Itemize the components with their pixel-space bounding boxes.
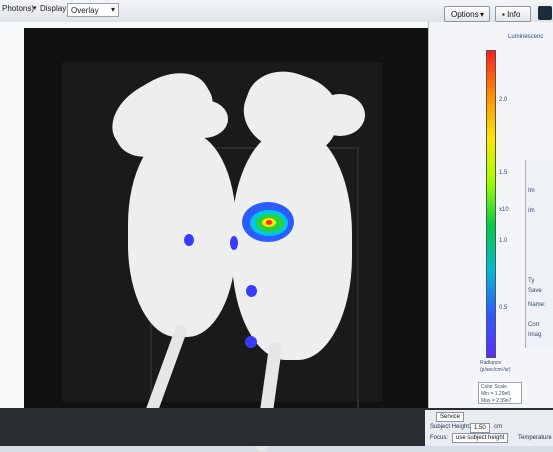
tool-item[interactable]: Name: — [528, 302, 546, 308]
options-label: Options — [451, 10, 479, 19]
display-label: Display: — [40, 4, 69, 13]
options-button[interactable]: Options ▾ — [444, 6, 490, 22]
tool-item[interactable]: Ty — [528, 278, 534, 284]
tool-item[interactable]: Save — [528, 288, 542, 294]
chevron-down-icon: ▾ — [479, 10, 484, 19]
radiance-title: Radiance — [480, 360, 502, 366]
focus-label: Focus: — [430, 435, 449, 441]
chevron-down-icon[interactable]: ▾ — [33, 4, 37, 12]
colorbar-tick: 0.5 — [499, 305, 508, 311]
signal-spot-right-lower — [246, 285, 257, 297]
signal-region-main-peak — [266, 220, 272, 225]
focus-select[interactable]: use subject height — [452, 433, 509, 443]
info-label: Info — [507, 10, 521, 19]
service-button[interactable]: Service — [436, 412, 465, 422]
display-select[interactable]: Overlay ▾ — [67, 3, 119, 17]
mouse-left-body — [128, 132, 236, 337]
image-viewer — [0, 22, 428, 452]
tool-item[interactable]: Im — [528, 188, 535, 194]
legend-title: Luminescenc — [508, 34, 544, 40]
signal-spot-right-bottom — [245, 336, 257, 348]
signal-spot-center — [230, 236, 238, 250]
color-scale-title: Color Scale — [481, 384, 507, 390]
subject-height-input[interactable]: 1.50 — [470, 423, 490, 433]
mouse-right-ear — [315, 94, 365, 136]
luminescence-colorbar — [486, 50, 496, 358]
top-toolbar: Photons) ▾ Display: Overlay ▾ Options ▾ … — [0, 0, 553, 23]
tool-item[interactable]: Imag — [528, 332, 541, 338]
tool-palette: Im Im Ty Save Name: Corr Imag — [525, 160, 553, 348]
subject-height-unit: cm — [494, 424, 502, 430]
radiance-units: (p/sec/cm²/sr) — [480, 367, 511, 373]
colorbar-tick: 1.0 — [499, 238, 508, 244]
colorbar-tick: 1.5 — [499, 170, 508, 176]
photons-label: Photons) — [2, 4, 35, 13]
signal-spot-left-mouse — [184, 234, 194, 246]
colorbar-exponent: x10 — [499, 207, 509, 213]
color-scale-min: Min = 1.29e6 — [481, 391, 511, 397]
tool-item[interactable]: Im — [528, 208, 535, 214]
window-icon[interactable] — [538, 6, 552, 20]
color-scale-box: Color Scale Min = 1.29e6 Max = 2.39e7 — [478, 382, 522, 404]
tool-item[interactable]: Corr — [528, 322, 540, 328]
color-scale-max: Max = 2.39e7 — [481, 398, 512, 404]
chevron-down-icon: ▾ — [110, 5, 115, 14]
info-button[interactable]: ▪ Info — [495, 6, 531, 22]
info-icon: ▪ — [502, 10, 505, 19]
subject-height-label: Subject Height: — [430, 424, 471, 430]
temperature-label: Temperature — [518, 435, 552, 441]
radiance-label: Radiance (p/sec/cm²/sr) — [480, 360, 511, 374]
colorbar-tick: 2.0 — [499, 97, 508, 103]
mouse-right-body — [232, 130, 352, 360]
display-select-value: Overlay — [71, 6, 99, 15]
